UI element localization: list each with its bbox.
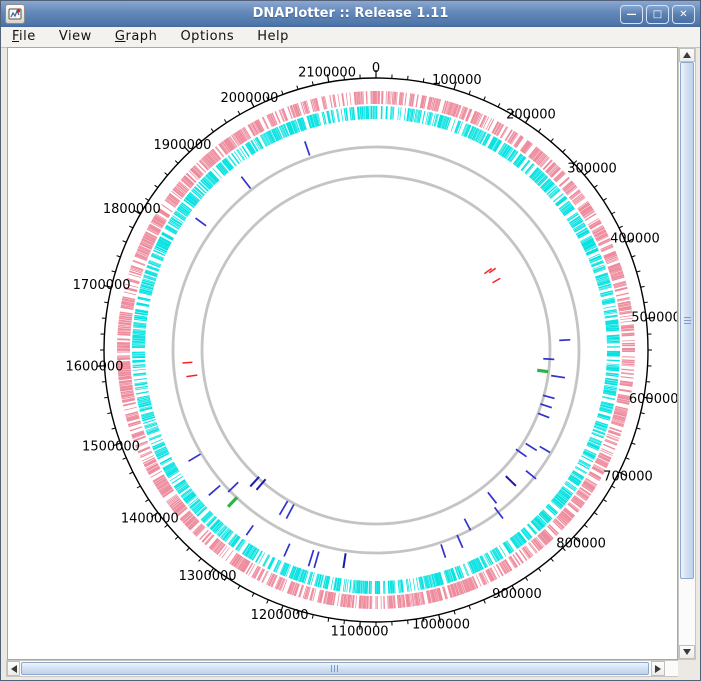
scroll-right-icon — [655, 665, 661, 673]
forward-strand-features — [117, 91, 635, 609]
svg-text:2100000: 2100000 — [298, 65, 356, 80]
svg-text:500000: 500000 — [631, 310, 677, 325]
vertical-scrollbar-thumb[interactable] — [680, 62, 694, 579]
svg-text:1600000: 1600000 — [66, 359, 124, 374]
window-titlebar[interactable]: DNAPlotter :: Release 1.11 — □ ✕ — [1, 1, 700, 28]
menu-file[interactable]: File — [4, 27, 44, 46]
svg-text:1300000: 1300000 — [179, 569, 237, 584]
close-button[interactable]: ✕ — [672, 5, 695, 24]
svg-text:1500000: 1500000 — [82, 439, 140, 454]
svg-text:800000: 800000 — [556, 537, 606, 552]
svg-text:1100000: 1100000 — [331, 625, 389, 640]
menu-graph[interactable]: Graph — [107, 27, 165, 46]
scroll-up-icon — [683, 52, 691, 58]
dnaplotter-window: DNAPlotter :: Release 1.11 — □ ✕ File Vi… — [0, 0, 701, 681]
scroll-down-button[interactable] — [679, 645, 695, 659]
menu-bar: File View Graph Options Help — [1, 27, 700, 48]
scroll-up-button[interactable] — [679, 48, 695, 62]
horizontal-scrollbar-thumb[interactable] — [21, 662, 649, 675]
horizontal-scrollbar[interactable] — [6, 660, 679, 677]
svg-text:900000: 900000 — [492, 587, 542, 602]
reverse-strand-features — [132, 106, 620, 594]
svg-text:1800000: 1800000 — [103, 202, 161, 217]
svg-text:700000: 700000 — [603, 470, 653, 485]
svg-text:600000: 600000 — [629, 392, 677, 407]
scroll-down-icon — [683, 649, 691, 655]
minimize-button[interactable]: — — [620, 5, 643, 24]
scroll-left-icon — [11, 665, 17, 673]
genome-plot-canvas[interactable]: 0 100000 200000 300000 400000 500000 600000 700… — [7, 47, 678, 660]
svg-text:1000000: 1000000 — [412, 617, 470, 632]
scroll-left-button[interactable] — [7, 661, 20, 676]
scrollbar-grip-icon — [331, 665, 339, 672]
svg-text:2000000: 2000000 — [220, 91, 278, 106]
window-title: DNAPlotter :: Release 1.11 — [1, 6, 700, 21]
menu-help[interactable]: Help — [249, 27, 297, 46]
svg-text:0: 0 — [372, 61, 380, 76]
svg-text:400000: 400000 — [610, 231, 660, 246]
vertical-scrollbar[interactable] — [678, 47, 696, 660]
svg-text:100000: 100000 — [432, 73, 482, 88]
maximize-button[interactable]: □ — [646, 5, 669, 24]
svg-text:1400000: 1400000 — [121, 511, 179, 526]
circular-genome-plot: 0 100000 200000 300000 400000 500000 600000 700… — [8, 48, 677, 659]
scrollbar-grip-icon — [684, 317, 691, 325]
menu-options[interactable]: Options — [172, 27, 242, 46]
svg-text:1700000: 1700000 — [73, 278, 131, 293]
scroll-right-button[interactable] — [651, 661, 665, 676]
menu-view[interactable]: View — [51, 27, 100, 46]
svg-text:1900000: 1900000 — [154, 138, 212, 153]
svg-text:200000: 200000 — [506, 107, 556, 122]
svg-text:300000: 300000 — [567, 162, 617, 177]
svg-text:1200000: 1200000 — [251, 608, 309, 623]
scrollbar-corner — [678, 660, 696, 677]
